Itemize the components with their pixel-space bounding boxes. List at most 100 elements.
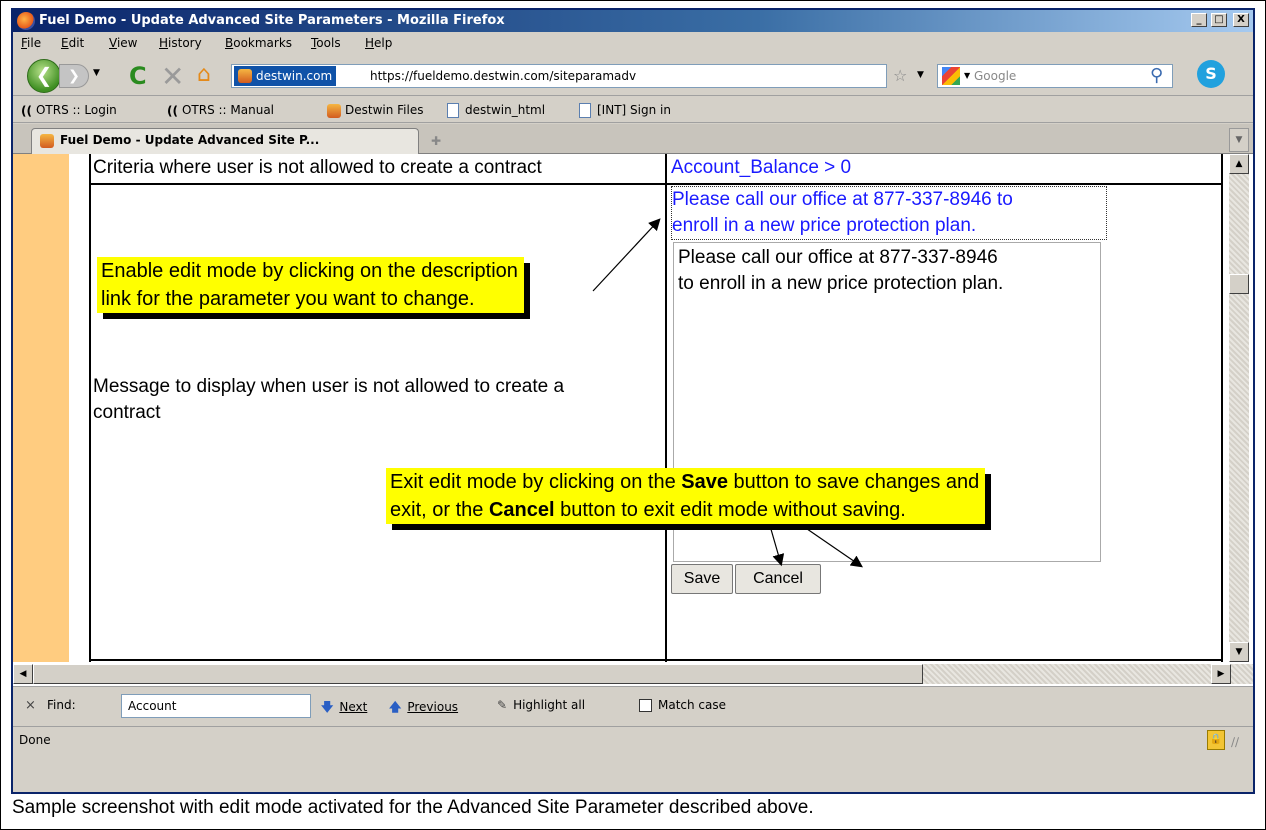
row2-value-link[interactable]: Please call our office at 877-337-8946 t… [671, 186, 1107, 240]
history-dropdown-icon[interactable]: ▼ [93, 68, 100, 78]
vertical-scroll-thumb[interactable] [1229, 274, 1249, 294]
status-bar: Done 🔒 ∕∕ [13, 726, 1253, 752]
bookmark-otrs-manual[interactable]: ((OTRS :: Manual [167, 103, 274, 118]
exit-callout-line2: exit, or the Cancel button to exit edit … [390, 496, 979, 524]
menu-tools[interactable]: Tools [311, 36, 341, 50]
horizontal-scrollbar[interactable]: ◀ ▶ [13, 664, 1253, 684]
bookmark-destwin-files[interactable]: Destwin Files [327, 103, 423, 118]
edit-callout-line1: Enable edit mode by clicking on the desc… [101, 260, 518, 282]
otrs-icon: (( [167, 103, 178, 118]
otrs-icon: (( [21, 103, 32, 118]
skype-icon[interactable]: S [1197, 60, 1225, 88]
row2-link-line2: enroll in a new price protection plan. [672, 215, 977, 236]
page-icon [447, 103, 459, 118]
tab-strip: Fuel Demo - Update Advanced Site P... ✚ … [13, 124, 1253, 154]
firefox-icon [17, 12, 35, 30]
save-button[interactable]: Save [671, 564, 733, 594]
arrow-down-icon: 🡇 [321, 700, 334, 714]
menu-bookmarks[interactable]: Bookmarks [225, 36, 292, 50]
url-text[interactable]: https://fueldemo.destwin.com/siteparamad… [370, 69, 636, 83]
menu-help[interactable]: Help [365, 36, 392, 50]
reload-icon[interactable]: C [129, 62, 147, 90]
table-border-left [89, 154, 91, 662]
title-bar: Fuel Demo - Update Advanced Site Paramet… [13, 10, 1253, 32]
tab-fuel-demo[interactable]: Fuel Demo - Update Advanced Site P... [31, 128, 419, 154]
menu-edit[interactable]: Edit [61, 36, 84, 50]
bookmark-label: destwin_html [465, 103, 546, 117]
bookmark-label: Destwin Files [345, 103, 424, 117]
match-case-label: Match case [658, 698, 727, 712]
arrow-up-icon: 🡅 [389, 700, 402, 714]
scroll-up-icon[interactable]: ▲ [1229, 154, 1249, 174]
menu-view[interactable]: View [109, 36, 137, 50]
table-column-divider [665, 154, 667, 662]
destwin-icon [40, 134, 54, 148]
find-close-icon[interactable]: × [25, 698, 36, 713]
highlight-all-button[interactable]: ✎ Highlight all [497, 698, 585, 712]
bookmark-otrs-login[interactable]: ((OTRS :: Login [21, 103, 117, 118]
table-row-divider [89, 659, 1223, 661]
navigation-toolbar: ❮ ❯ ▼ C ✕ ⌂ destwin.com https://fueldemo… [13, 54, 1253, 96]
page-content: Criteria where user is not allowed to cr… [13, 154, 1253, 686]
exit-mode-callout: Exit edit mode by clicking on the Save b… [386, 468, 986, 524]
google-icon[interactable] [942, 67, 960, 85]
maximize-button[interactable]: □ [1211, 13, 1227, 27]
menu-history[interactable]: History [159, 36, 202, 50]
highlighter-icon: ✎ [497, 698, 508, 712]
search-box[interactable]: ▼ Google ⚲ [937, 64, 1173, 88]
find-bar: × Find: Account 🡇 Next 🡅 Previous ✎ Highlig… [13, 686, 1253, 724]
search-magnifier-icon[interactable]: ⚲ [1150, 65, 1163, 86]
new-tab-icon[interactable]: ✚ [425, 130, 447, 152]
search-input[interactable]: Google [974, 69, 1016, 83]
home-icon[interactable]: ⌂ [197, 62, 211, 87]
scroll-down-icon[interactable]: ▼ [1229, 642, 1249, 662]
menu-file[interactable]: File [21, 36, 41, 50]
exit-text: button to exit edit mode without saving. [554, 499, 906, 521]
cancel-button[interactable]: Cancel [735, 564, 821, 594]
vertical-scrollbar[interactable]: ▲ ▼ [1229, 154, 1249, 662]
stop-icon[interactable]: ✕ [161, 60, 184, 93]
find-previous-button[interactable]: 🡅 Previous [389, 698, 458, 719]
close-button[interactable]: X [1233, 13, 1249, 27]
url-dropdown-icon[interactable]: ▼ [917, 70, 924, 80]
page-icon [579, 103, 591, 118]
find-next-button[interactable]: 🡇 Next [321, 698, 367, 719]
minimize-button[interactable]: _ [1191, 13, 1207, 27]
site-identity-button[interactable]: destwin.com [234, 66, 337, 86]
row1-value-link[interactable]: Account_Balance > 0 [671, 157, 851, 179]
resize-grip-icon[interactable]: ∕∕ [1231, 735, 1239, 749]
window-title: Fuel Demo - Update Advanced Site Paramet… [39, 13, 505, 28]
exit-text: Exit edit mode by clicking on the [390, 471, 682, 493]
back-button[interactable]: ❮ [27, 59, 61, 93]
bookmark-label: OTRS :: Manual [181, 103, 275, 117]
textarea-line1: Please call our office at 877-337-8946 [678, 247, 998, 268]
scroll-right-icon[interactable]: ▶ [1211, 664, 1231, 684]
highlight-all-label: Highlight all [513, 698, 586, 712]
forward-button[interactable]: ❯ [59, 64, 89, 88]
exit-cancel-word: Cancel [488, 499, 555, 521]
destwin-icon [327, 103, 341, 118]
checkbox-icon [639, 699, 652, 712]
browser-window: Fuel Demo - Update Advanced Site Paramet… [11, 8, 1255, 794]
lock-icon[interactable]: 🔒 [1207, 730, 1225, 750]
match-case-checkbox[interactable]: Match case [639, 698, 726, 712]
tab-list-dropdown-icon[interactable]: ▼ [1229, 128, 1249, 152]
row2-label-line1: Message to display when user is not allo… [93, 376, 565, 397]
row2-link-line1: Please call our office at 877-337-8946 t… [672, 189, 1013, 210]
scroll-left-icon[interactable]: ◀ [13, 664, 33, 684]
bookmark-star-icon[interactable]: ☆ [893, 66, 907, 85]
site-identity-label: destwin.com [256, 69, 333, 83]
search-engine-dropdown-icon[interactable]: ▼ [964, 71, 970, 80]
url-bar[interactable]: destwin.com https://fueldemo.destwin.com… [231, 64, 887, 88]
row1-label: Criteria where user is not allowed to cr… [93, 157, 542, 178]
textarea-line2: to enroll in a new price protection plan… [678, 273, 1004, 294]
exit-save-word: Save [681, 471, 728, 493]
horizontal-scroll-thumb[interactable] [33, 664, 923, 684]
bookmark-int-sign-in[interactable]: [INT] Sign in [579, 103, 671, 118]
find-input[interactable]: Account [121, 694, 311, 718]
status-text: Done [19, 733, 51, 747]
edit-callout-line2: link for the parameter you want to chang… [101, 288, 475, 310]
bookmark-destwin-html[interactable]: destwin_html [447, 103, 545, 118]
exit-text: exit, or the [390, 499, 489, 521]
bookmark-label: OTRS :: Login [35, 103, 117, 117]
